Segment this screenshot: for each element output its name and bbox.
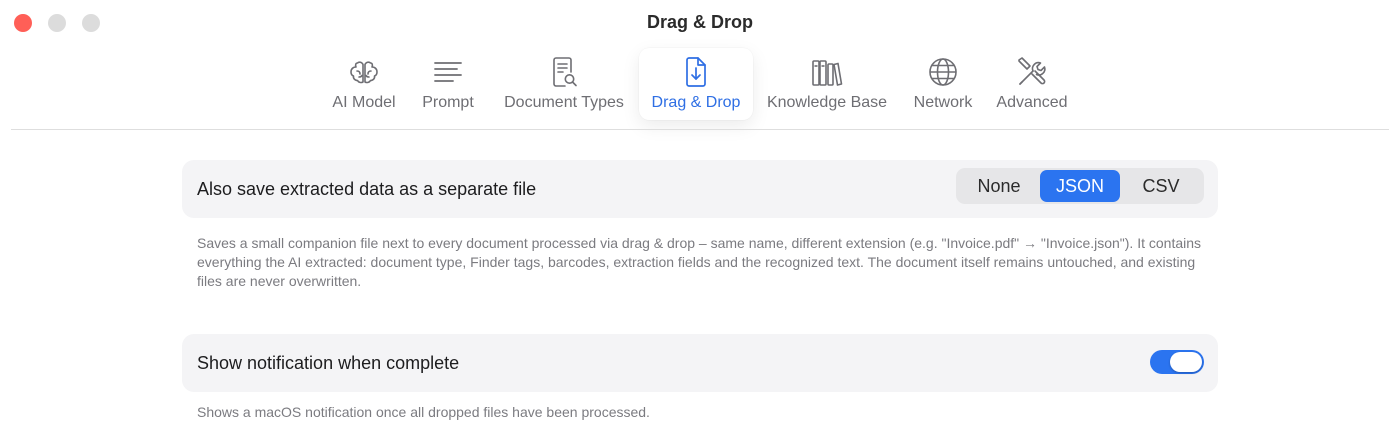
tab-ai-model[interactable]: AI Model: [324, 48, 404, 120]
save-extracted-data-row: Also save extracted data as a separate f…: [182, 160, 1218, 218]
tab-drag-and-drop[interactable]: Drag & Drop: [639, 48, 753, 120]
format-option-csv[interactable]: CSV: [1120, 170, 1202, 202]
toolbar-divider: [11, 129, 1389, 130]
globe-icon: [923, 54, 963, 90]
tab-label: Drag & Drop: [651, 94, 741, 111]
tab-label: Prompt: [422, 94, 474, 111]
notification-row: Show notification when complete: [182, 334, 1218, 392]
format-option-json[interactable]: JSON: [1040, 170, 1120, 202]
tab-label: Document Types: [504, 94, 624, 111]
document-download-icon: [676, 54, 716, 90]
notification-toggle[interactable]: [1150, 350, 1204, 374]
document-search-icon: [544, 54, 584, 90]
tab-advanced[interactable]: Advanced: [988, 48, 1076, 120]
settings-window: Drag & Drop AI Model Prompt Document Typ…: [0, 0, 1400, 439]
tab-document-types[interactable]: Document Types: [493, 48, 635, 120]
tab-label: Network: [913, 94, 973, 111]
books-icon: [807, 54, 847, 90]
format-option-none[interactable]: None: [958, 170, 1040, 202]
toggle-knob: [1170, 352, 1202, 372]
tab-network[interactable]: Network: [904, 48, 982, 120]
notification-label: Show notification when complete: [197, 353, 460, 373]
notification-description: Shows a macOS notification once all drop…: [197, 404, 650, 420]
tab-knowledge-base[interactable]: Knowledge Base: [758, 48, 896, 120]
text-lines-icon: [428, 54, 468, 90]
export-format-segmented-control: None JSON CSV: [956, 168, 1204, 204]
save-extracted-data-description: Saves a small companion file next to eve…: [197, 235, 1202, 289]
titlebar: Drag & Drop: [0, 0, 1400, 46]
tab-label: Knowledge Base: [766, 94, 888, 111]
tab-label: Advanced: [996, 94, 1068, 111]
tools-icon: [1012, 54, 1052, 90]
preferences-toolbar: AI Model Prompt Document Types Drag & Dr…: [0, 48, 1400, 124]
tab-prompt[interactable]: Prompt: [414, 48, 482, 120]
save-extracted-data-label: Also save extracted data as a separate f…: [197, 179, 537, 199]
brain-icon: [344, 54, 384, 90]
tab-label: AI Model: [332, 94, 396, 111]
window-title: Drag & Drop: [646, 12, 753, 32]
